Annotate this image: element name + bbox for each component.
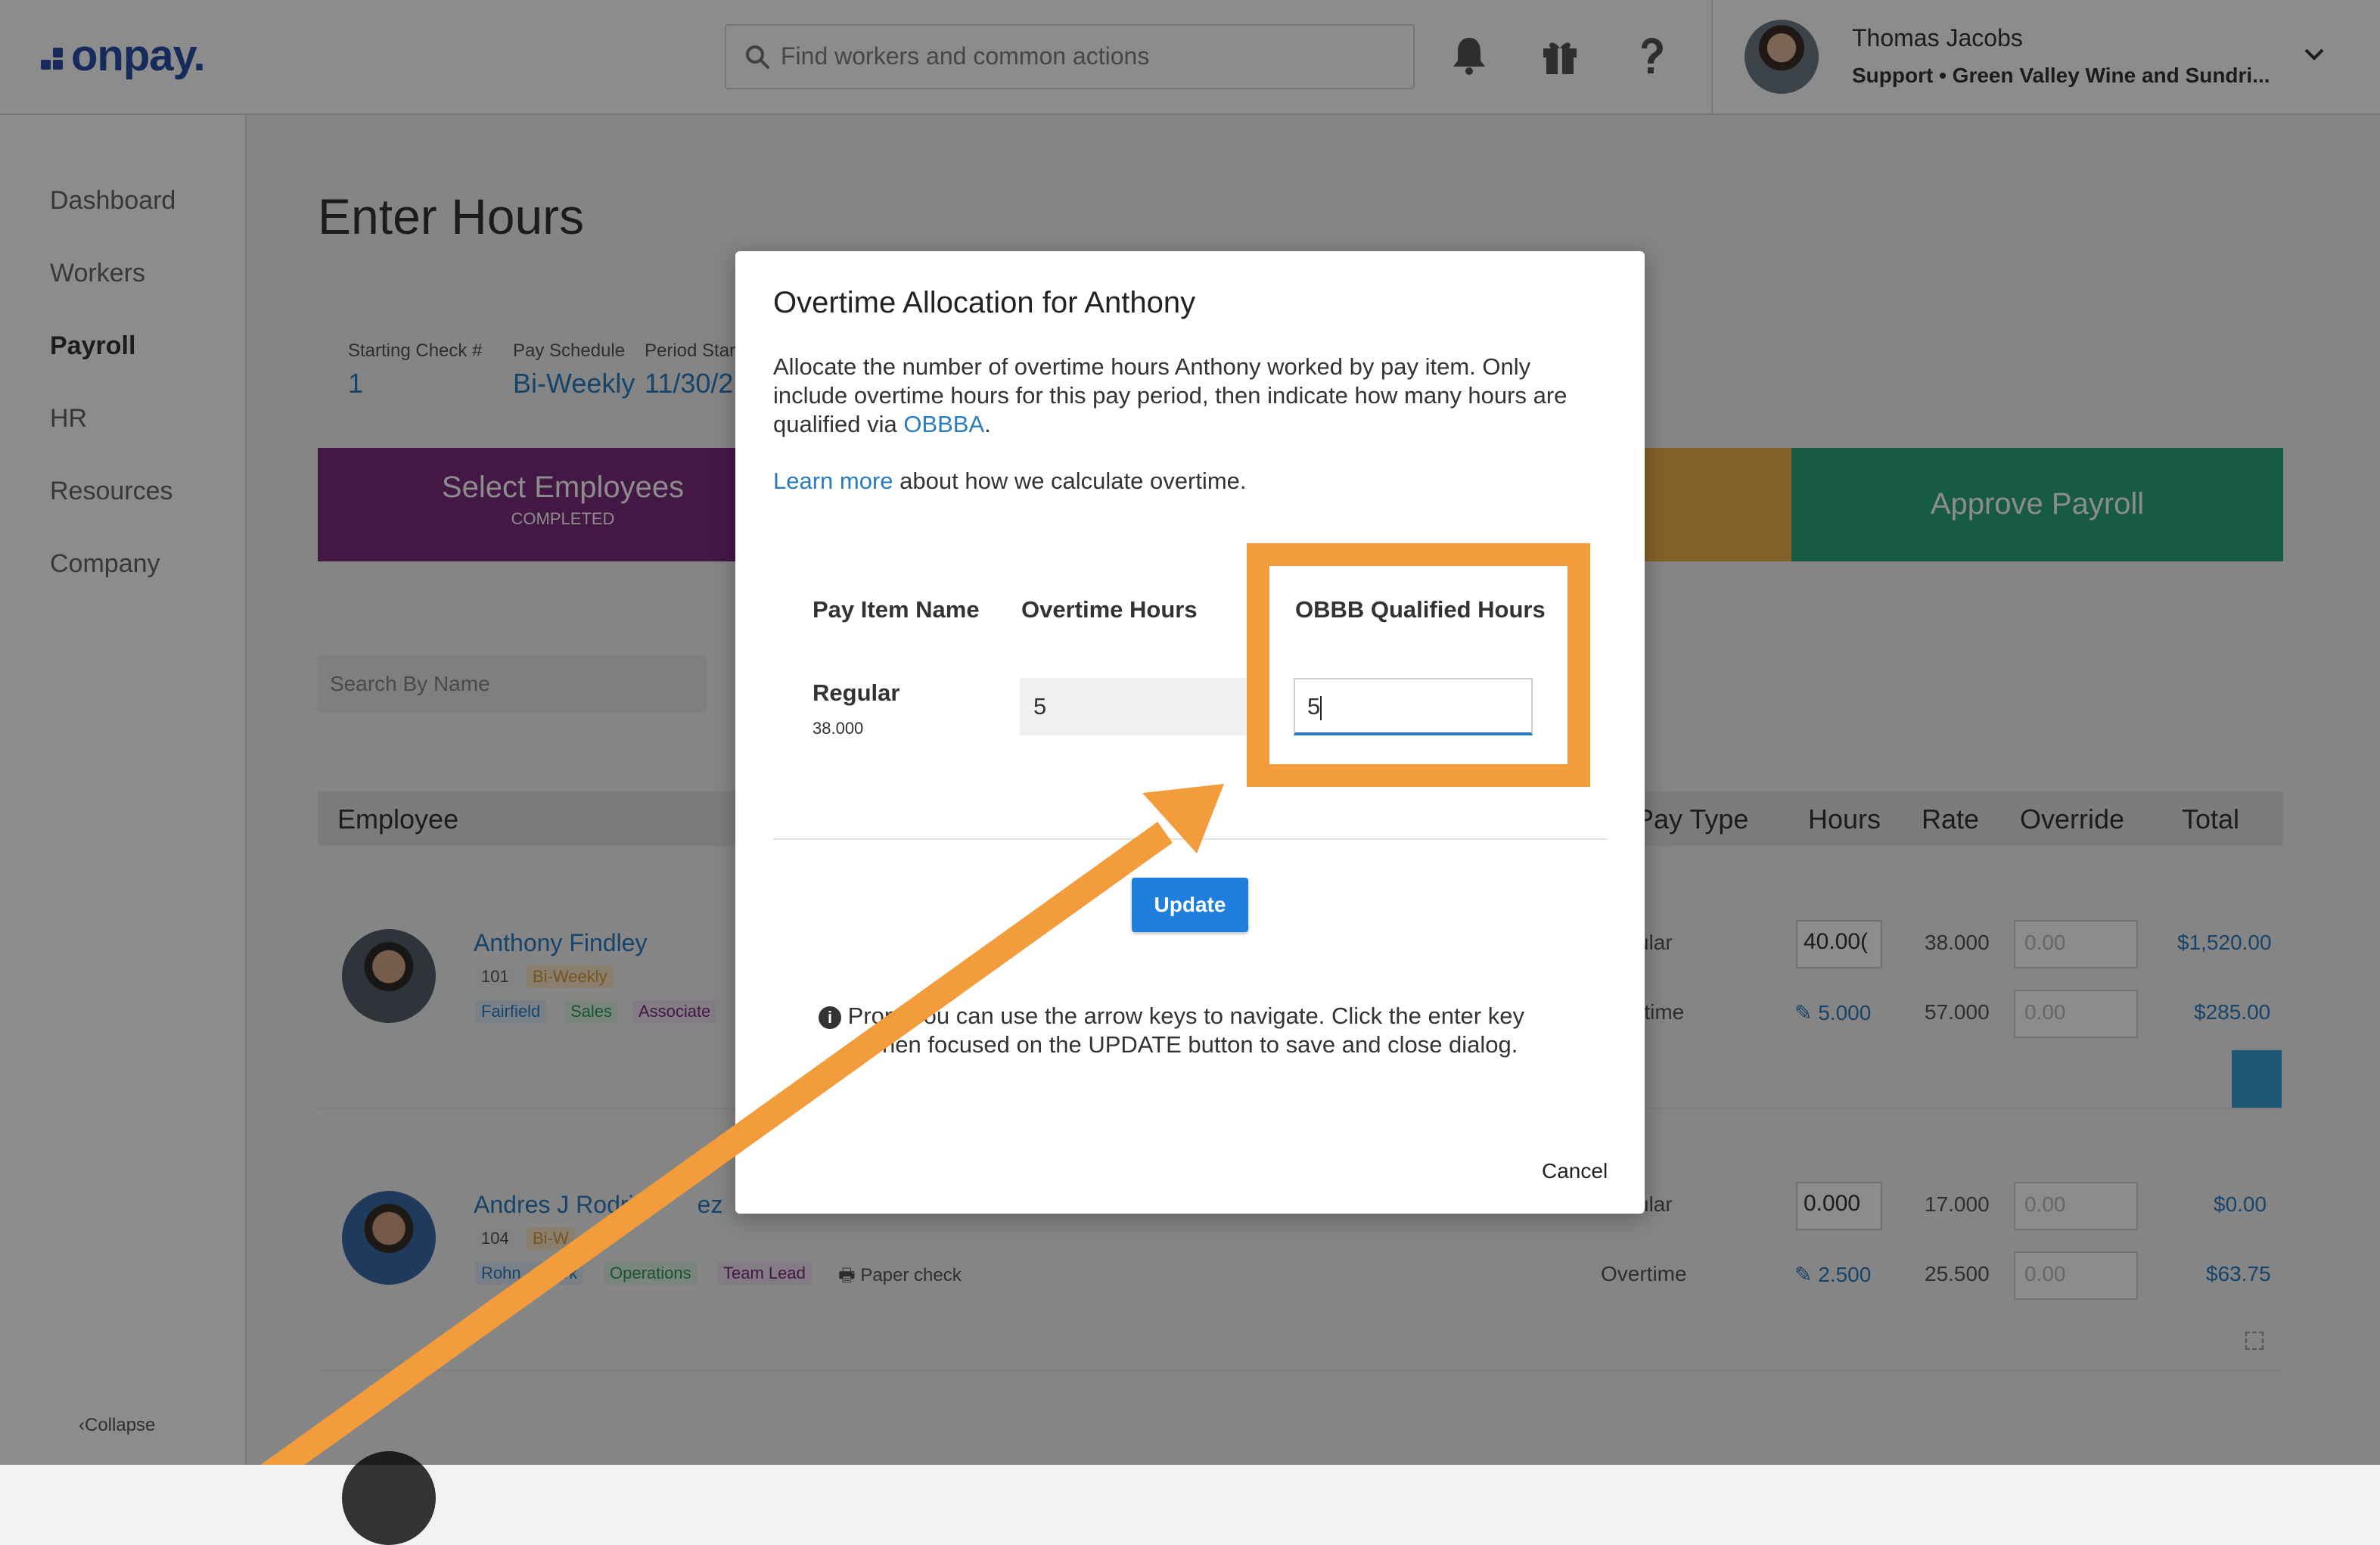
avatar — [342, 1451, 436, 1545]
annotation-arrow-icon — [260, 784, 1224, 1465]
